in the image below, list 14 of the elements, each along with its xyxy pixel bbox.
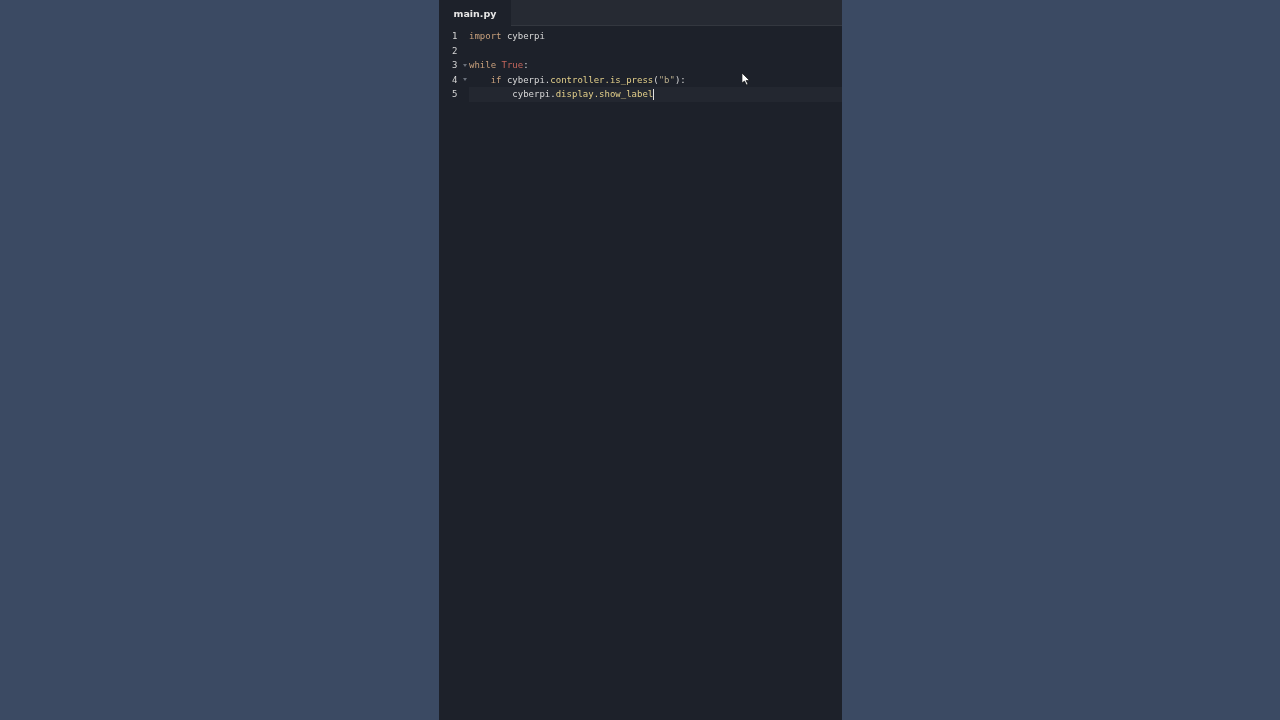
line-number: 3 — [452, 60, 459, 71]
line-number: 1 — [452, 31, 459, 42]
code-line: if cyberpi.controller.is_press("b"): — [489, 74, 686, 85]
file-tab[interactable]: main.py — [439, 0, 511, 26]
text-cursor — [653, 88, 655, 100]
fold-caret-icon[interactable] — [463, 78, 467, 82]
code-line: import cyberpi — [469, 31, 545, 42]
fold-caret-icon[interactable] — [463, 63, 467, 67]
mouse-pointer-icon — [742, 73, 750, 85]
code-line: cyberpi.display.show_label — [511, 89, 654, 100]
line-number: 4 — [452, 74, 459, 85]
line-number: 2 — [452, 45, 459, 56]
line-number: 5 — [452, 89, 459, 100]
code-line: while True: — [469, 60, 529, 71]
